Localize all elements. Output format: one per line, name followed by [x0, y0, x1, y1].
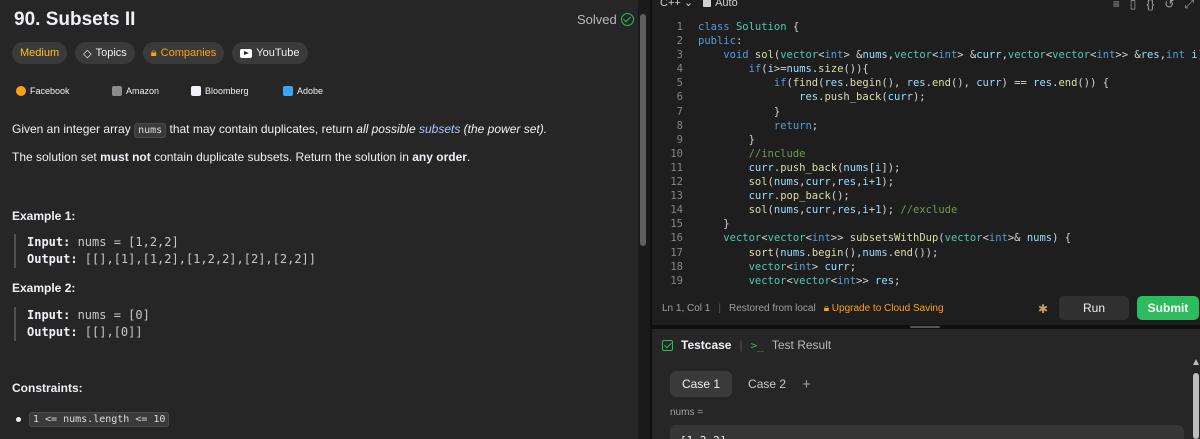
- adobe-icon: [283, 86, 293, 96]
- tab-test-result[interactable]: Test Result: [772, 338, 831, 352]
- youtube-button[interactable]: YouTube: [232, 42, 308, 64]
- code-area[interactable]: 1 class Solution { 2 public: 3 void sol(ve…: [652, 20, 1200, 286]
- add-case-button[interactable]: +: [802, 376, 811, 393]
- description-paragraph-1: Given an integer array nums that may con…: [12, 122, 548, 138]
- editor-actions: ≡ ▯ {} ↺ ⤢: [1113, 0, 1194, 12]
- companies-button[interactable]: 🔒︎ Companies: [142, 42, 225, 64]
- problem-description-panel: 90. Subsets II Solved Medium ◇ Topics 🔒︎…: [0, 0, 638, 439]
- bookmark-icon[interactable]: ▯: [1130, 0, 1137, 12]
- problem-tags: Medium ◇ Topics 🔒︎ Companies YouTube: [12, 42, 308, 64]
- test-panel-scrollbar[interactable]: [1192, 329, 1200, 439]
- scroll-up-icon[interactable]: [1193, 359, 1199, 365]
- company-amazon[interactable]: Amazon: [112, 86, 191, 96]
- topics-button[interactable]: ◇ Topics: [75, 42, 135, 64]
- reset-icon[interactable]: ↺: [1164, 0, 1174, 12]
- constraint-item: 1 <= nums.length <= 10: [16, 412, 170, 427]
- description-scrollbar[interactable]: [638, 0, 650, 439]
- example-2-heading: Example 2:: [12, 281, 76, 295]
- companies-label: Companies: [160, 47, 217, 59]
- solved-label: Solved: [577, 12, 617, 27]
- lock-icon: [703, 0, 712, 7]
- tag-icon: ◇: [83, 47, 92, 60]
- check-circle-icon: [620, 13, 634, 26]
- problem-title: 90. Subsets II: [14, 9, 136, 30]
- example-2-block: Input: nums = [0] Output: [[],[0]]: [14, 307, 634, 341]
- description-paragraph-2: The solution set must not contain duplic…: [12, 150, 471, 164]
- topics-label: Topics: [95, 47, 127, 59]
- company-bloomberg[interactable]: Bloomberg: [191, 86, 283, 96]
- solved-status: Solved: [577, 12, 634, 27]
- test-panel: Testcase | >_ Test Result Case 1 Case 2 …: [652, 329, 1192, 439]
- case-2-tab[interactable]: Case 2: [744, 377, 790, 391]
- nums-label: nums =: [670, 407, 704, 418]
- example-1-heading: Example 1:: [12, 209, 76, 223]
- case-1-tab[interactable]: Case 1: [670, 371, 733, 397]
- format-icon[interactable]: ≡: [1113, 0, 1120, 12]
- youtube-icon: [240, 48, 253, 58]
- bloomberg-icon: [191, 86, 201, 96]
- facebook-icon: [16, 86, 26, 96]
- example-1-block: Input: nums = [1,2,2] Output: [[],[1],[1…: [14, 234, 634, 268]
- nums-input[interactable]: [1,2,2]: [670, 425, 1184, 439]
- lock-icon: 🔒︎: [150, 46, 157, 59]
- subsets-link[interactable]: subsets: [419, 122, 460, 136]
- terminal-icon: >_: [750, 338, 764, 352]
- scrollbar-thumb[interactable]: [640, 14, 646, 246]
- cursor-position: Ln 1, Col 1: [662, 302, 711, 314]
- editor-toolbar: C++ ⌄ Auto: [660, 0, 738, 9]
- braces-icon[interactable]: {}: [1146, 0, 1154, 12]
- upgrade-link[interactable]: 🔒︎ Upgrade to Cloud Saving: [824, 303, 944, 314]
- inline-code: nums: [134, 123, 167, 138]
- code-editor[interactable]: C++ ⌄ Auto ≡ ▯ {} ↺ ⤢ 1 class Solution { …: [652, 0, 1200, 325]
- company-list: Facebook Amazon Bloomberg Adobe: [16, 86, 323, 96]
- language-select[interactable]: C++ ⌄: [660, 0, 693, 9]
- scrollbar-thumb[interactable]: [1193, 373, 1199, 439]
- expand-icon[interactable]: ⤢: [1184, 0, 1194, 12]
- debugger-icon[interactable]: ✱: [1038, 302, 1052, 316]
- case-tabs: Case 1 Case 2 +: [670, 371, 811, 397]
- checkbox-icon: [662, 339, 673, 351]
- amazon-icon: [112, 86, 122, 96]
- auto-mode-toggle[interactable]: Auto: [703, 0, 738, 9]
- youtube-label: YouTube: [256, 47, 300, 59]
- company-adobe[interactable]: Adobe: [283, 86, 323, 96]
- restored-status: Restored from local: [728, 302, 816, 314]
- company-facebook[interactable]: Facebook: [16, 86, 112, 96]
- difficulty-badge: Medium: [12, 42, 68, 64]
- test-tabs: Testcase | >_ Test Result: [662, 338, 831, 352]
- splitter-grip[interactable]: [910, 326, 940, 328]
- bullet-icon: [16, 417, 21, 422]
- constraints-heading: Constraints:: [12, 381, 83, 395]
- run-button[interactable]: Run: [1059, 296, 1129, 320]
- submit-button[interactable]: Submit: [1137, 296, 1199, 320]
- tab-testcase[interactable]: Testcase: [681, 338, 731, 352]
